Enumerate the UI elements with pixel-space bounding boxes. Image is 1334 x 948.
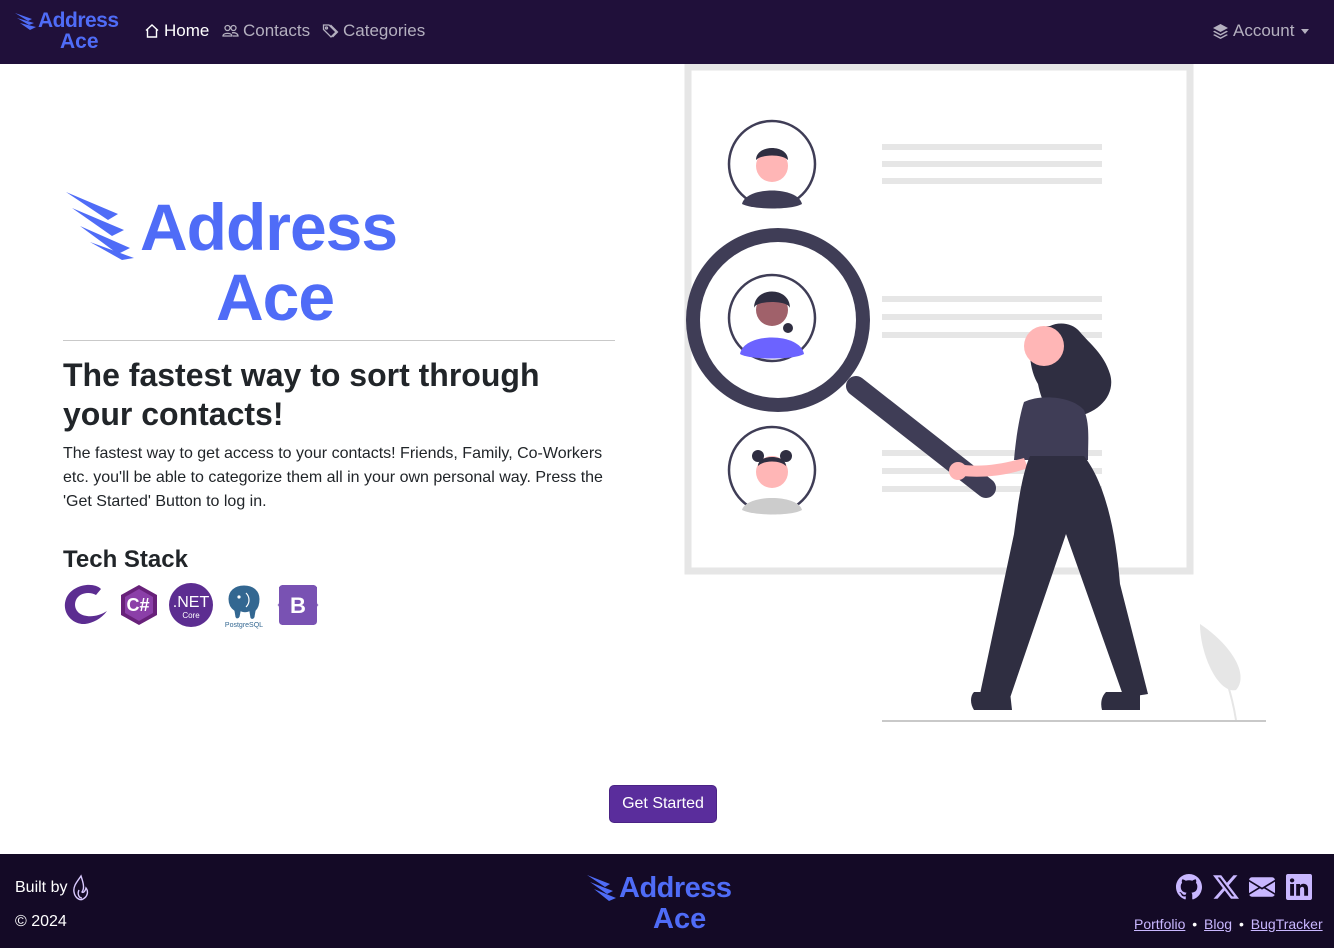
bugtracker-link[interactable]: BugTracker xyxy=(1251,916,1323,932)
nav-contacts-label: Contacts xyxy=(243,21,311,40)
linkedin-icon[interactable] xyxy=(1286,874,1312,900)
hero-brand-line1: Address xyxy=(140,190,398,264)
bootstrap-text: B xyxy=(290,593,306,618)
tags-icon xyxy=(322,24,339,38)
navbar-brand-line2: Ace xyxy=(60,30,99,53)
navbar: Address Ace Home Contacts Categories Acc… xyxy=(0,0,1334,64)
get-started-button[interactable]: Get Started xyxy=(609,785,717,823)
wing-logo-icon xyxy=(15,13,36,30)
mail-icon[interactable] xyxy=(1249,874,1275,900)
flame-logo-icon[interactable] xyxy=(71,874,91,902)
footer-links: Portfolio • Blog • BugTracker xyxy=(1134,914,1323,934)
dotnet-core-text: Core xyxy=(182,611,200,620)
copyright: © 2024 xyxy=(15,913,67,930)
chevron-down-icon xyxy=(1301,28,1310,34)
blazor-icon xyxy=(63,583,109,627)
built-by: Built by xyxy=(15,874,91,902)
dotnet-text: .NET xyxy=(173,594,210,611)
house-icon xyxy=(145,24,159,38)
link-separator: • xyxy=(1238,916,1244,932)
github-icon[interactable] xyxy=(1176,874,1202,900)
dotnet-core-icon: .NET Core xyxy=(168,583,214,627)
portfolio-link[interactable]: Portfolio xyxy=(1134,916,1185,932)
hero-lead-text: The fastest way to get access to your co… xyxy=(63,445,603,510)
nav-home-label: Home xyxy=(164,21,210,40)
account-dropdown[interactable]: Account xyxy=(1212,20,1310,42)
hero-brand-logo: Address Ace xyxy=(64,190,424,334)
blog-link[interactable]: Blog xyxy=(1204,916,1232,932)
built-by-label: Built by xyxy=(15,879,68,896)
bootstrap-icon: B xyxy=(275,583,321,627)
wing-logo-icon xyxy=(66,192,134,260)
nav-categories-label: Categories xyxy=(343,21,426,40)
footer-brand-logo[interactable]: Address Ace xyxy=(586,872,746,936)
csharp-icon: C# xyxy=(117,583,163,627)
footer-brand-line2: Ace xyxy=(653,903,707,935)
postgresql-icon: PostgreSQL xyxy=(220,583,266,629)
hero-brand-line2: Ace xyxy=(216,260,335,334)
postgresql-text: PostgreSQL xyxy=(225,622,263,629)
nav-categories-link[interactable]: Categories xyxy=(322,20,425,42)
tech-stack-title: Tech Stack xyxy=(63,546,188,573)
hero-divider xyxy=(63,340,615,341)
footer-brand-line1: Address xyxy=(619,872,732,904)
wing-logo-icon xyxy=(587,875,616,901)
csharp-text: C# xyxy=(126,595,149,615)
x-icon[interactable] xyxy=(1213,874,1239,900)
stack-layers-icon xyxy=(1213,24,1228,39)
people-icon xyxy=(222,24,239,37)
navbar-brand-logo[interactable]: Address Ace xyxy=(14,10,124,54)
navbar-brand-line1: Address xyxy=(38,9,119,32)
nav-contacts-link[interactable]: Contacts xyxy=(222,20,310,42)
link-separator: • xyxy=(1192,916,1198,932)
hero-headline: The fastest way to sort through your con… xyxy=(63,357,540,432)
account-label: Account xyxy=(1233,21,1295,40)
hero-illustration xyxy=(670,63,1280,734)
nav-home-link[interactable]: Home xyxy=(144,20,209,42)
